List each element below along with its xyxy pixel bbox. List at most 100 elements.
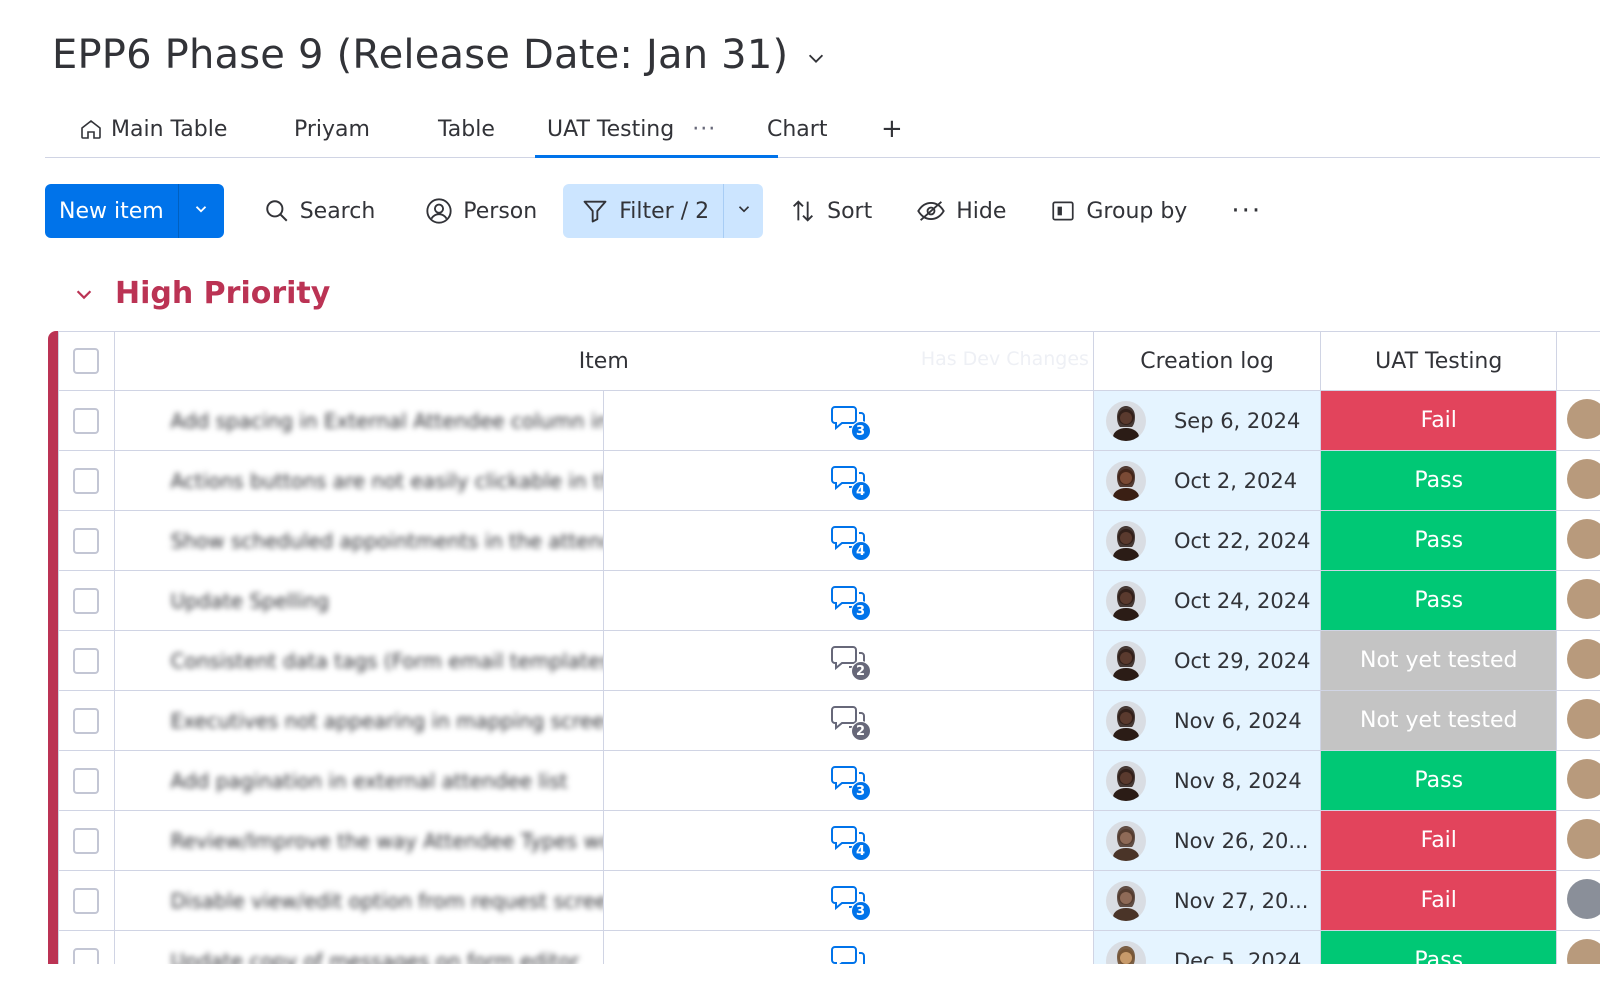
table-row[interactable]: Executives not appearing in mapping scre…	[58, 690, 1600, 751]
column-header-item[interactable]: Item Has Dev Changes	[113, 331, 1094, 391]
updates-icon[interactable]: 2	[829, 643, 871, 681]
table-row[interactable]: Add pagination in external attendee list…	[58, 750, 1600, 811]
new-item-dropdown-button[interactable]	[177, 184, 224, 238]
uat-status-cell[interactable]: Fail	[1320, 810, 1558, 871]
table-row[interactable]: Disable view/edit option from request sc…	[58, 870, 1600, 931]
person-filter-button[interactable]: Person	[425, 184, 537, 238]
row-checkbox[interactable]	[73, 647, 100, 674]
next-column-cell[interactable]	[1556, 450, 1600, 511]
tab-chart[interactable]: Chart	[767, 102, 827, 156]
creation-log-cell[interactable]: Oct 29, 2024	[1092, 630, 1322, 691]
uat-status-cell[interactable]: Not yet tested	[1320, 690, 1558, 751]
updates-cell[interactable]: 3	[603, 750, 1094, 811]
filter-dropdown-button[interactable]	[723, 184, 763, 238]
next-column-cell[interactable]	[1556, 870, 1600, 931]
table-row[interactable]: Review/Improve the way Attendee Types wo…	[58, 810, 1600, 871]
next-column-cell[interactable]	[1556, 930, 1600, 964]
board-title[interactable]: EPP6 Phase 9 (Release Date: Jan 31)	[52, 32, 788, 78]
item-name-cell[interactable]: Disable view/edit option from request sc…	[113, 870, 605, 931]
updates-icon[interactable]: 4	[829, 523, 871, 561]
group-title[interactable]: High Priority	[115, 276, 330, 311]
item-name-cell[interactable]: Executives not appearing in mapping scre…	[113, 690, 605, 751]
updates-icon[interactable]	[829, 943, 869, 964]
row-checkbox[interactable]	[73, 707, 100, 734]
table-row[interactable]: Update Spelling 3 Oct 24, 2024 Pass	[58, 570, 1600, 631]
tab-uat-testing[interactable]: UAT Testing ···	[534, 102, 779, 158]
sort-button[interactable]: Sort	[789, 184, 872, 238]
creation-log-cell[interactable]: Oct 22, 2024	[1092, 510, 1322, 571]
next-column-cell[interactable]	[1556, 570, 1600, 631]
select-all-checkbox[interactable]	[73, 348, 100, 374]
table-row[interactable]: Add spacing in External Attendee column …	[58, 390, 1600, 451]
item-name-cell[interactable]: Update Spelling	[113, 570, 605, 631]
tab-main-table[interactable]: Main Table	[79, 102, 227, 156]
creation-log-cell[interactable]: Oct 24, 2024	[1092, 570, 1322, 631]
next-column-cell[interactable]	[1556, 810, 1600, 871]
uat-status-cell[interactable]: Not yet tested	[1320, 630, 1558, 691]
creation-log-cell[interactable]: Nov 6, 2024	[1092, 690, 1322, 751]
next-column-cell[interactable]	[1556, 510, 1600, 571]
table-row[interactable]: Show scheduled appointments in the atten…	[58, 510, 1600, 571]
item-name-cell[interactable]: Consistent data tags (Form email templat…	[113, 630, 605, 691]
updates-cell[interactable]: 4	[603, 450, 1094, 511]
next-column-cell[interactable]	[1556, 750, 1600, 811]
updates-icon[interactable]: 4	[829, 823, 871, 861]
creation-log-cell[interactable]: Dec 5, 2024	[1092, 930, 1322, 964]
updates-icon[interactable]: 4	[829, 463, 871, 501]
table-row[interactable]: Actions buttons are not easily clickable…	[58, 450, 1600, 511]
next-column-cell[interactable]	[1556, 390, 1600, 451]
uat-status-cell[interactable]: Pass	[1320, 450, 1558, 511]
updates-cell[interactable]: 3	[603, 570, 1094, 631]
tab-more-options-icon[interactable]: ···	[692, 117, 716, 142]
creation-log-cell[interactable]: Nov 8, 2024	[1092, 750, 1322, 811]
column-header-uat-testing[interactable]: UAT Testing	[1320, 331, 1558, 391]
chevron-down-icon[interactable]	[72, 282, 96, 306]
filter-button[interactable]: Filter / 2	[563, 184, 723, 238]
tab-table[interactable]: Table	[438, 102, 495, 156]
row-checkbox[interactable]	[73, 587, 100, 614]
chevron-down-icon[interactable]	[804, 46, 828, 70]
row-checkbox[interactable]	[73, 887, 100, 914]
row-checkbox[interactable]	[73, 827, 100, 854]
item-name-cell[interactable]: Review/Improve the way Attendee Types wo…	[113, 810, 605, 871]
item-name-cell[interactable]: Actions buttons are not easily clickable…	[113, 450, 605, 511]
creation-log-cell[interactable]: Sep 6, 2024	[1092, 390, 1322, 451]
updates-cell[interactable]: 4	[603, 810, 1094, 871]
hide-button[interactable]: Hide	[916, 184, 1006, 238]
row-checkbox[interactable]	[73, 767, 100, 794]
updates-icon[interactable]: 3	[829, 763, 871, 801]
item-name-cell[interactable]: Add spacing in External Attendee column …	[113, 390, 605, 451]
item-name-cell[interactable]: Update copy of messages on form editor	[113, 930, 605, 964]
creation-log-cell[interactable]: Nov 26, 20...	[1092, 810, 1322, 871]
group-by-button[interactable]: Group by	[1050, 184, 1187, 238]
row-checkbox[interactable]	[73, 467, 100, 494]
updates-icon[interactable]: 3	[829, 583, 871, 621]
column-header-next[interactable]	[1556, 331, 1600, 391]
uat-status-cell[interactable]: Pass	[1320, 750, 1558, 811]
updates-cell[interactable]: 2	[603, 630, 1094, 691]
new-item-button[interactable]: New item	[45, 184, 178, 238]
creation-log-cell[interactable]: Nov 27, 20...	[1092, 870, 1322, 931]
more-options-icon[interactable]: ···	[1231, 184, 1262, 238]
updates-cell[interactable]	[603, 930, 1094, 964]
tab-priyam[interactable]: Priyam	[294, 102, 370, 156]
updates-cell[interactable]: 3	[603, 870, 1094, 931]
updates-cell[interactable]: 4	[603, 510, 1094, 571]
uat-status-cell[interactable]: Pass	[1320, 930, 1558, 964]
updates-cell[interactable]: 2	[603, 690, 1094, 751]
row-checkbox[interactable]	[73, 947, 100, 964]
row-checkbox[interactable]	[73, 527, 100, 554]
uat-status-cell[interactable]: Fail	[1320, 390, 1558, 451]
updates-cell[interactable]: 3	[603, 390, 1094, 451]
updates-icon[interactable]: 2	[829, 703, 871, 741]
search-button[interactable]: Search	[264, 184, 375, 238]
row-checkbox[interactable]	[73, 407, 100, 434]
table-row[interactable]: Update copy of messages on form editor D…	[58, 930, 1600, 964]
item-name-cell[interactable]: Add pagination in external attendee list	[113, 750, 605, 811]
column-header-creation-log[interactable]: Creation log	[1092, 331, 1322, 391]
uat-status-cell[interactable]: Pass	[1320, 510, 1558, 571]
creation-log-cell[interactable]: Oct 2, 2024	[1092, 450, 1322, 511]
next-column-cell[interactable]	[1556, 630, 1600, 691]
next-column-cell[interactable]	[1556, 690, 1600, 751]
updates-icon[interactable]: 3	[829, 403, 871, 441]
